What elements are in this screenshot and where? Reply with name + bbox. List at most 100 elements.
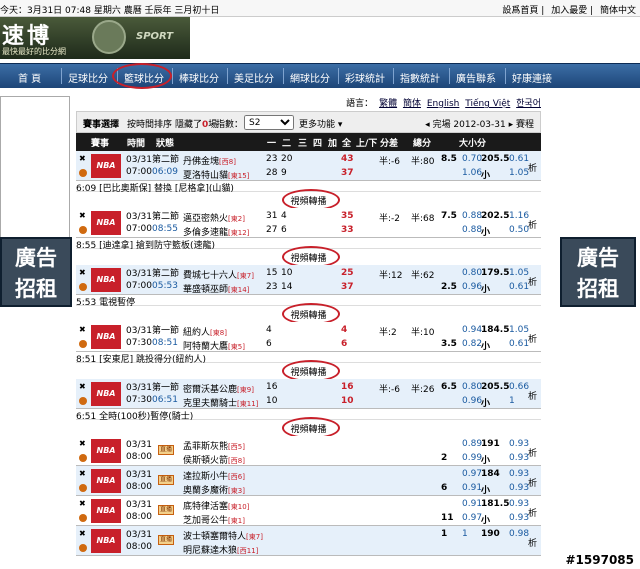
nav-item-5[interactable]: 網球比分 (290, 70, 330, 85)
odds-line1-1[interactable]: 0.97 (462, 469, 482, 479)
odds-line1-0[interactable]: 6.5 (441, 382, 457, 392)
odds-line2-3[interactable]: 0.61 (509, 282, 529, 292)
index-select[interactable]: S2 (244, 115, 294, 130)
home-team[interactable]: 底特律活塞[東10] (183, 497, 263, 511)
live-signal-icon[interactable]: 直播 (158, 475, 174, 485)
game-row[interactable]: ✖ NBA 03/31 08:00 直播 波士頓塞爾特人[東7] 明尼蘇達木狼[西11] 1 1… (76, 526, 541, 556)
analysis-link[interactable]: 析 (528, 218, 537, 231)
odds-line1-0[interactable]: 8.5 (441, 154, 457, 164)
home-team[interactable]: 丹佛金塊[西8] (183, 152, 263, 166)
odds-line2-3[interactable]: 1.05 (509, 168, 529, 178)
odds-line1-3[interactable]: 1.05 (509, 268, 529, 278)
odds-line2-1[interactable]: 0.96 (462, 396, 482, 406)
odds-line1-3[interactable]: 0.61 (509, 154, 529, 164)
site-logo[interactable]: 速博 最快最好的比分網 SPORT (0, 17, 190, 59)
away-team[interactable]: 華盛頓巫師[東14] (183, 280, 263, 294)
add-favorite-link[interactable]: 加入最愛 (551, 6, 587, 16)
odds-line1-1[interactable]: 0.89 (462, 439, 482, 449)
odds-line2-2[interactable]: 小 (481, 282, 490, 295)
odds-line2-0[interactable]: 3.5 (441, 339, 457, 349)
odds-line1-3[interactable]: 0.98 (509, 529, 529, 539)
game-row[interactable]: ✖ NBA 03/31 07:00 第二節 05:53 費城七十六人[東7] 華盛頓巫師[東1… (76, 265, 541, 295)
odds-line2-2[interactable]: 小 (481, 453, 490, 466)
odds-line1-2[interactable]: 184.5 (481, 325, 509, 335)
live-signal-icon[interactable]: 直播 (158, 535, 174, 545)
live-signal-icon[interactable]: 直播 (158, 505, 174, 515)
odds-line1-0[interactable]: 1 (441, 529, 447, 539)
live-signal-icon[interactable]: 直播 (158, 445, 174, 455)
odds-line1-1[interactable]: 0.70 (462, 154, 482, 164)
odds-line2-0[interactable]: 2 (441, 453, 447, 463)
odds-line1-2[interactable]: 190 (481, 529, 500, 539)
set-homepage-link[interactable]: 設爲首頁 (502, 6, 538, 16)
league-badge[interactable]: NBA (91, 154, 121, 178)
odds-line1-2[interactable]: 205.5 (481, 382, 509, 392)
game-row[interactable]: ✖ NBA 03/31 07:00 第二節 08:55 邁亞密熱火[東2] 多倫多速龍[東12… (76, 208, 541, 238)
close-icon[interactable]: ✖ (79, 211, 86, 220)
odds-line1-3[interactable]: 1.05 (509, 325, 529, 335)
home-team[interactable]: 密爾沃基公鹿[東9] (183, 380, 263, 394)
analysis-link[interactable]: 析 (528, 536, 537, 549)
odds-line1-2[interactable]: 191 (481, 439, 500, 449)
away-team[interactable]: 多倫多速龍[東12] (183, 223, 263, 237)
nav-item-8[interactable]: 廣告聯系 (456, 70, 496, 85)
odds-line2-0[interactable]: 2.5 (441, 282, 457, 292)
away-team[interactable]: 阿特蘭大鷹[東5] (183, 337, 263, 351)
analysis-link[interactable]: 析 (528, 506, 537, 519)
odds-line2-1[interactable]: 0.99 (462, 453, 482, 463)
away-team[interactable]: 侯斯頓火箭[西8] (183, 451, 263, 465)
home-team[interactable]: 孟菲斯灰熊[西5] (183, 437, 263, 451)
league-badge[interactable]: NBA (91, 529, 121, 553)
odds-line1-1[interactable]: 0.94 (462, 325, 482, 335)
odds-line2-1[interactable]: 1.06 (462, 168, 482, 178)
odds-line1-3[interactable]: 0.93 (509, 499, 529, 509)
close-icon[interactable]: ✖ (79, 529, 86, 538)
odds-line2-1[interactable]: 0.96 (462, 282, 482, 292)
odds-line2-1[interactable]: 0.82 (462, 339, 482, 349)
league-badge[interactable]: NBA (91, 469, 121, 493)
home-team[interactable]: 波士頓塞爾特人[東7] (183, 527, 263, 541)
simplified-chinese-link[interactable]: 簡体中文 (600, 6, 636, 16)
odds-line1-3[interactable]: 0.93 (509, 469, 529, 479)
odds-line2-2[interactable]: 小 (481, 168, 490, 181)
left-ad-banner[interactable]: 廣告 招租 (0, 237, 72, 307)
close-icon[interactable]: ✖ (79, 382, 86, 391)
odds-line2-1[interactable]: 0.91 (462, 483, 482, 493)
home-team[interactable]: 邁亞密熱火[東2] (183, 209, 263, 223)
away-team[interactable]: 明尼蘇達木狼[西11] (183, 541, 263, 555)
close-icon[interactable]: ✖ (79, 499, 86, 508)
odds-line1-3[interactable]: 1.16 (509, 211, 529, 221)
analysis-link[interactable]: 析 (528, 161, 537, 174)
home-team[interactable]: 紐約人[東8] (183, 323, 263, 337)
nav-item-9[interactable]: 好康連接 (512, 70, 552, 85)
odds-line1-1[interactable]: 0.80 (462, 382, 482, 392)
odds-line2-2[interactable]: 小 (481, 396, 490, 409)
home-team[interactable]: 費城七十六人[東7] (183, 266, 263, 280)
league-badge[interactable]: NBA (91, 211, 121, 235)
away-team[interactable]: 奧蘭多魔術[東3] (183, 481, 263, 495)
lang-traditional[interactable]: 繁體 (379, 99, 397, 109)
nav-item-4[interactable]: 美足比分 (234, 70, 274, 85)
odds-line2-3[interactable]: 0.50 (509, 225, 529, 235)
odds-line2-3[interactable]: 0.93 (509, 453, 529, 463)
odds-line1-1[interactable]: 0.91 (462, 499, 482, 509)
close-icon[interactable]: ✖ (79, 325, 86, 334)
analysis-link[interactable]: 析 (528, 446, 537, 459)
odds-line2-2[interactable]: 小 (481, 225, 490, 238)
analysis-link[interactable]: 析 (528, 389, 537, 402)
lang-simplified[interactable]: 簡体 (403, 99, 421, 109)
odds-line2-2[interactable]: 小 (481, 483, 490, 496)
odds-line1-2[interactable]: 205.5 (481, 154, 509, 164)
league-badge[interactable]: NBA (91, 325, 121, 349)
close-icon[interactable]: ✖ (79, 154, 86, 163)
odds-line2-3[interactable]: 0.93 (509, 483, 529, 493)
close-icon[interactable]: ✖ (79, 469, 86, 478)
league-badge[interactable]: NBA (91, 268, 121, 292)
sort-by-time-button[interactable]: 按時間排序 (127, 117, 172, 130)
league-badge[interactable]: NBA (91, 499, 121, 523)
analysis-link[interactable]: 析 (528, 332, 537, 345)
analysis-link[interactable]: 析 (528, 476, 537, 489)
game-row[interactable]: ✖ NBA 03/31 07:30 第一節 08:51 紐約人[東8] 阿特蘭大鷹[東5] 4 6… (76, 322, 541, 352)
game-row[interactable]: ✖ NBA 03/31 08:00 直播 達拉斯小牛[西6] 奧蘭多魔術[東3] 0.97 18… (76, 466, 541, 496)
home-team[interactable]: 達拉斯小牛[西6] (183, 467, 263, 481)
